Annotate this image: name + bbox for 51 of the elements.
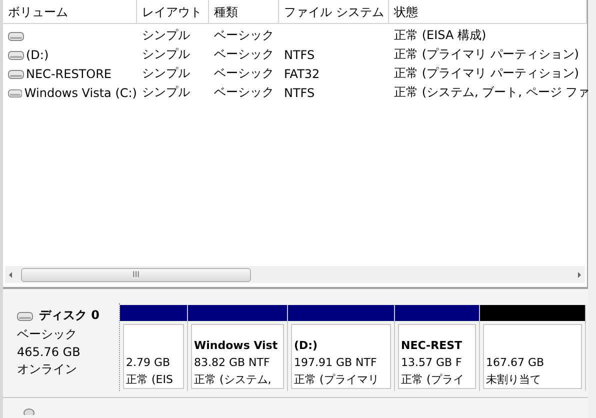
disk-name: ディスク 0	[39, 307, 100, 324]
drive-icon	[8, 30, 24, 40]
partition-block[interactable]: 2.79 GB 正常 (EIS	[123, 324, 184, 389]
table-cell: FAT32	[284, 66, 320, 80]
partition-block[interactable]: Windows Vist 83.82 GB NTF 正常 (システム,	[191, 324, 284, 389]
partition-status: 正常 (プライマリ	[294, 372, 380, 388]
table-cell: 正常 (システム, ブート, ページ ファ	[394, 84, 590, 101]
table-cell: 正常 (プライマリ パーティション)	[394, 46, 579, 63]
partition-status: 正常 (プライ	[401, 372, 465, 388]
disk-status: オンライン	[17, 361, 78, 378]
table-cell: シンプル	[142, 65, 190, 82]
partition-size: 13.57 GB F	[401, 355, 463, 371]
drive-icon	[8, 88, 22, 98]
partition-size: 167.67 GB	[486, 355, 546, 371]
partition-block[interactable]: 167.67 GB 未割り当て	[483, 324, 582, 389]
column-header[interactable]: 状態	[389, 0, 587, 23]
drive-icon	[8, 50, 24, 60]
disk-size: 465.76 GB	[17, 345, 82, 359]
partition-status: 未割り当て	[486, 372, 542, 388]
table-cell: シンプル	[142, 46, 190, 63]
table-cell: (D:)	[26, 48, 49, 62]
scrollbar-thumb[interactable]: III	[21, 268, 251, 282]
table-cell: NTFS	[284, 86, 315, 100]
drive-icon	[8, 68, 24, 78]
partition-name: (D:)	[294, 338, 318, 354]
partition-size: 83.82 GB NTF	[194, 355, 271, 371]
partition-name: Windows Vist	[194, 338, 278, 354]
partition-block[interactable]: (D:) 197.91 GB NTF 正常 (プライマリ	[291, 324, 391, 389]
table-cell: ベーシック	[214, 46, 274, 63]
table-cell: ベーシック	[214, 84, 274, 101]
table-cell: ベーシック	[214, 65, 274, 82]
table-cell: 正常 (EISA 構成)	[394, 27, 486, 44]
disk-type: ベーシック	[17, 326, 78, 343]
partition-size: 2.79 GB	[126, 355, 172, 371]
table-cell: NEC-RESTORE	[26, 66, 112, 80]
table-cell: シンプル	[142, 27, 190, 44]
partition-name: NEC-REST	[401, 338, 462, 354]
table-cell: Windows Vista (C:)	[24, 86, 137, 100]
partition-status: 正常 (EIS	[126, 372, 174, 388]
partition-size: 197.91 GB NTF	[294, 355, 378, 371]
column-header[interactable]: 種類	[209, 0, 279, 23]
column-header[interactable]: レイアウト	[137, 0, 209, 23]
table-cell: シンプル	[142, 84, 190, 101]
table-cell: NTFS	[284, 48, 315, 62]
table-cell: 正常 (プライマリ パーティション)	[394, 65, 579, 82]
partition-status: 正常 (システム,	[194, 372, 272, 388]
drive-icon	[17, 310, 33, 320]
column-header[interactable]: ファイル システム	[279, 0, 389, 23]
column-header[interactable]: ボリューム	[3, 0, 137, 23]
partition-block[interactable]: NEC-REST 13.57 GB F 正常 (プライ	[398, 324, 476, 389]
table-cell: ベーシック	[214, 27, 274, 44]
